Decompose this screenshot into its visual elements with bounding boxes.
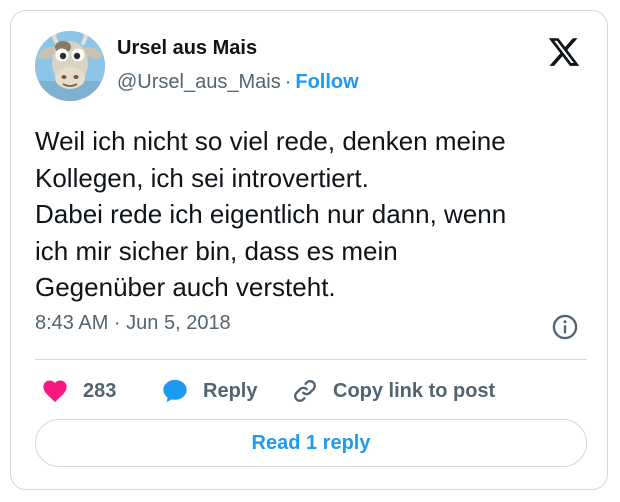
reply-label: Reply (203, 379, 258, 402)
like-button[interactable]: 283 (41, 375, 116, 407)
tweet-card: Ursel aus Mais @Ursel_aus_Mais · Follow We… (10, 10, 608, 490)
heart-icon (43, 380, 67, 402)
divider (35, 359, 587, 360)
tweet-timestamp[interactable]: 8:43 AM · Jun 5, 2018 (35, 312, 231, 335)
speech-bubble-icon (163, 379, 187, 403)
reply-button[interactable]: Reply (161, 375, 257, 407)
read-replies-button[interactable]: Read 1 reply (35, 419, 587, 467)
avatar[interactable] (35, 31, 105, 101)
x-logo-icon[interactable] (547, 35, 581, 69)
like-count: 283 (83, 379, 117, 402)
tweet-text: Weil ich nicht so viel rede, denken mein… (35, 126, 507, 302)
follow-button[interactable]: Follow (295, 71, 358, 93)
copy-link-label: Copy link to post (333, 379, 496, 402)
avatar-cow-image (35, 31, 105, 101)
link-icon (294, 380, 316, 402)
copy-link-button[interactable]: Copy link to post (291, 375, 495, 407)
read-replies-label: Read 1 reply (251, 431, 371, 454)
info-icon[interactable] (551, 313, 579, 341)
author-handle-row: @Ursel_aus_Mais · Follow (117, 71, 359, 94)
author-name[interactable]: Ursel aus Mais (117, 37, 257, 60)
separator-dot: · (284, 71, 292, 93)
author-handle[interactable]: @Ursel_aus_Mais (117, 71, 281, 93)
